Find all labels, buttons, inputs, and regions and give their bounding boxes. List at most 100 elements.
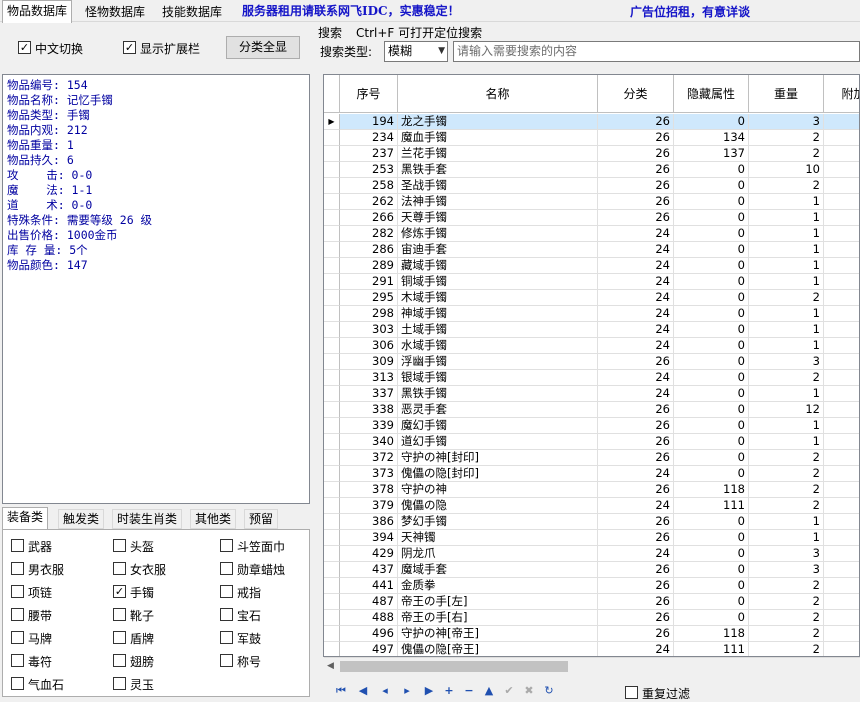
table-cell[interactable]: 0 bbox=[674, 370, 749, 386]
table-cell[interactable]: 24 bbox=[598, 338, 674, 354]
table-cell[interactable]: 488 bbox=[340, 610, 398, 626]
table-cell[interactable]: 2 bbox=[749, 626, 824, 642]
table-cell[interactable]: 24 bbox=[598, 274, 674, 290]
table-cell[interactable] bbox=[824, 146, 859, 162]
table-cell[interactable]: 26 bbox=[598, 114, 674, 130]
table-cell[interactable]: 313 bbox=[340, 370, 398, 386]
table-cell[interactable] bbox=[824, 498, 859, 514]
table-cell[interactable]: 1 bbox=[749, 530, 824, 546]
table-cell[interactable]: 26 bbox=[598, 626, 674, 642]
table-cell[interactable]: 338 bbox=[340, 402, 398, 418]
table-cell[interactable] bbox=[824, 546, 859, 562]
table-cell[interactable]: 0 bbox=[674, 306, 749, 322]
table-cell[interactable] bbox=[824, 530, 859, 546]
table-cell[interactable]: 0 bbox=[674, 594, 749, 610]
category-checkbox[interactable] bbox=[11, 677, 24, 690]
table-cell[interactable]: 2 bbox=[749, 578, 824, 594]
category-checkbox[interactable] bbox=[220, 631, 233, 644]
table-cell[interactable]: 26 bbox=[598, 402, 674, 418]
table-cell[interactable]: 111 bbox=[674, 642, 749, 656]
table-cell[interactable]: 2 bbox=[749, 290, 824, 306]
category-checkbox[interactable] bbox=[220, 562, 233, 575]
category-checkbox-item[interactable]: 翅膀 bbox=[113, 653, 208, 669]
edit-record-icon[interactable]: ▲ bbox=[482, 684, 496, 698]
category-checkbox-item[interactable]: 勋章蜡烛 bbox=[220, 561, 315, 577]
table-row[interactable]: 373 傀儡の隐[封印] 24 0 2 bbox=[324, 466, 859, 482]
category-checkbox-item[interactable]: 戒指 bbox=[220, 584, 315, 600]
category-checkbox-item[interactable]: 腰带 bbox=[11, 607, 106, 623]
table-cell[interactable] bbox=[824, 242, 859, 258]
tab-equipment[interactable]: 装备类 bbox=[2, 507, 49, 530]
category-checkbox-item[interactable]: 马牌 bbox=[11, 630, 106, 646]
table-cell[interactable]: 12 bbox=[749, 402, 824, 418]
table-cell[interactable]: 水域手镯 bbox=[398, 338, 598, 354]
table-cell[interactable]: 2 bbox=[749, 450, 824, 466]
table-cell[interactable]: 傀儡の隐 bbox=[398, 498, 598, 514]
search-input[interactable]: 请输入需要搜索的内容 bbox=[453, 41, 860, 62]
table-row[interactable]: 441 金质拳 26 0 2 bbox=[324, 578, 859, 594]
table-row[interactable]: 488 帝王の手[右] 26 0 2 bbox=[324, 610, 859, 626]
table-row[interactable]: 339 魔幻手镯 26 0 1 bbox=[324, 418, 859, 434]
table-cell[interactable] bbox=[824, 450, 859, 466]
category-checkbox[interactable] bbox=[113, 539, 126, 552]
table-cell[interactable]: 3 bbox=[749, 562, 824, 578]
scroll-left-icon[interactable]: ◀ bbox=[327, 661, 334, 671]
table-cell[interactable]: 0 bbox=[674, 114, 749, 130]
table-row[interactable]: 372 守护の神[封印] 26 0 2 bbox=[324, 450, 859, 466]
table-cell[interactable]: 26 bbox=[598, 434, 674, 450]
table-cell[interactable]: 银域手镯 bbox=[398, 370, 598, 386]
table-cell[interactable]: 437 bbox=[340, 562, 398, 578]
table-cell[interactable]: 0 bbox=[674, 466, 749, 482]
table-cell[interactable]: 26 bbox=[598, 594, 674, 610]
table-cell[interactable]: 291 bbox=[340, 274, 398, 290]
category-checkbox-item[interactable]: 灵玉 bbox=[113, 676, 208, 692]
table-cell[interactable]: 282 bbox=[340, 226, 398, 242]
table-row[interactable]: 337 黑铁手镯 24 0 1 bbox=[324, 386, 859, 402]
table-cell[interactable]: 天尊手镯 bbox=[398, 210, 598, 226]
table-row[interactable]: 286 宙迪手套 24 0 1 bbox=[324, 242, 859, 258]
table-cell[interactable] bbox=[824, 226, 859, 242]
table-row[interactable]: 237 兰花手镯 26 137 2 bbox=[324, 146, 859, 162]
table-cell[interactable]: 26 bbox=[598, 610, 674, 626]
category-checkbox-item[interactable]: 毒符 bbox=[11, 653, 106, 669]
table-cell[interactable]: 26 bbox=[598, 178, 674, 194]
ad-banner-left[interactable]: 服务器租用请联系网飞IDC，实惠稳定！ bbox=[242, 2, 460, 19]
tab-monster-db[interactable]: 怪物数据库 bbox=[80, 1, 150, 22]
table-cell[interactable]: 0 bbox=[674, 258, 749, 274]
table-cell[interactable]: 2 bbox=[749, 146, 824, 162]
table-cell[interactable]: 0 bbox=[674, 418, 749, 434]
table-cell[interactable]: 26 bbox=[598, 418, 674, 434]
table-cell[interactable]: 0 bbox=[674, 562, 749, 578]
table-cell[interactable]: 262 bbox=[340, 194, 398, 210]
table-cell[interactable]: 26 bbox=[598, 130, 674, 146]
table-cell[interactable]: 金质拳 bbox=[398, 578, 598, 594]
table-row[interactable]: 394 天神镯 26 0 1 bbox=[324, 530, 859, 546]
show-ext-checkbox[interactable]: ✓ bbox=[123, 41, 136, 54]
table-cell[interactable]: 26 bbox=[598, 194, 674, 210]
category-checkbox[interactable] bbox=[113, 677, 126, 690]
table-cell[interactable]: 2 bbox=[749, 642, 824, 656]
table-cell[interactable]: 309 bbox=[340, 354, 398, 370]
category-checkbox-item[interactable]: 男衣服 bbox=[11, 561, 106, 577]
delete-record-icon[interactable]: − bbox=[462, 684, 476, 698]
table-cell[interactable] bbox=[824, 642, 859, 656]
category-checkbox[interactable] bbox=[11, 631, 24, 644]
table-cell[interactable]: 0 bbox=[674, 578, 749, 594]
table-cell[interactable]: 3 bbox=[749, 114, 824, 130]
table-cell[interactable] bbox=[824, 578, 859, 594]
table-cell[interactable] bbox=[824, 418, 859, 434]
table-row[interactable]: 303 土域手镯 24 0 1 bbox=[324, 322, 859, 338]
table-cell[interactable]: 24 bbox=[598, 386, 674, 402]
tab-other[interactable]: 其他类 bbox=[190, 509, 237, 529]
table-cell[interactable]: 497 bbox=[340, 642, 398, 656]
category-checkbox[interactable] bbox=[113, 562, 126, 575]
grid-column-header[interactable]: 隐藏属性 bbox=[674, 75, 749, 113]
tab-reserved[interactable]: 预留 bbox=[244, 509, 279, 529]
table-cell[interactable]: 0 bbox=[674, 274, 749, 290]
next-record-icon[interactable]: ▸ bbox=[400, 684, 414, 698]
first-record-icon[interactable]: ⏮ bbox=[334, 684, 348, 698]
table-cell[interactable]: 378 bbox=[340, 482, 398, 498]
ad-banner-right[interactable]: 广告位招租，有意详谈 bbox=[630, 3, 750, 20]
table-cell[interactable] bbox=[824, 594, 859, 610]
prev-record-icon[interactable]: ◂ bbox=[378, 684, 392, 698]
